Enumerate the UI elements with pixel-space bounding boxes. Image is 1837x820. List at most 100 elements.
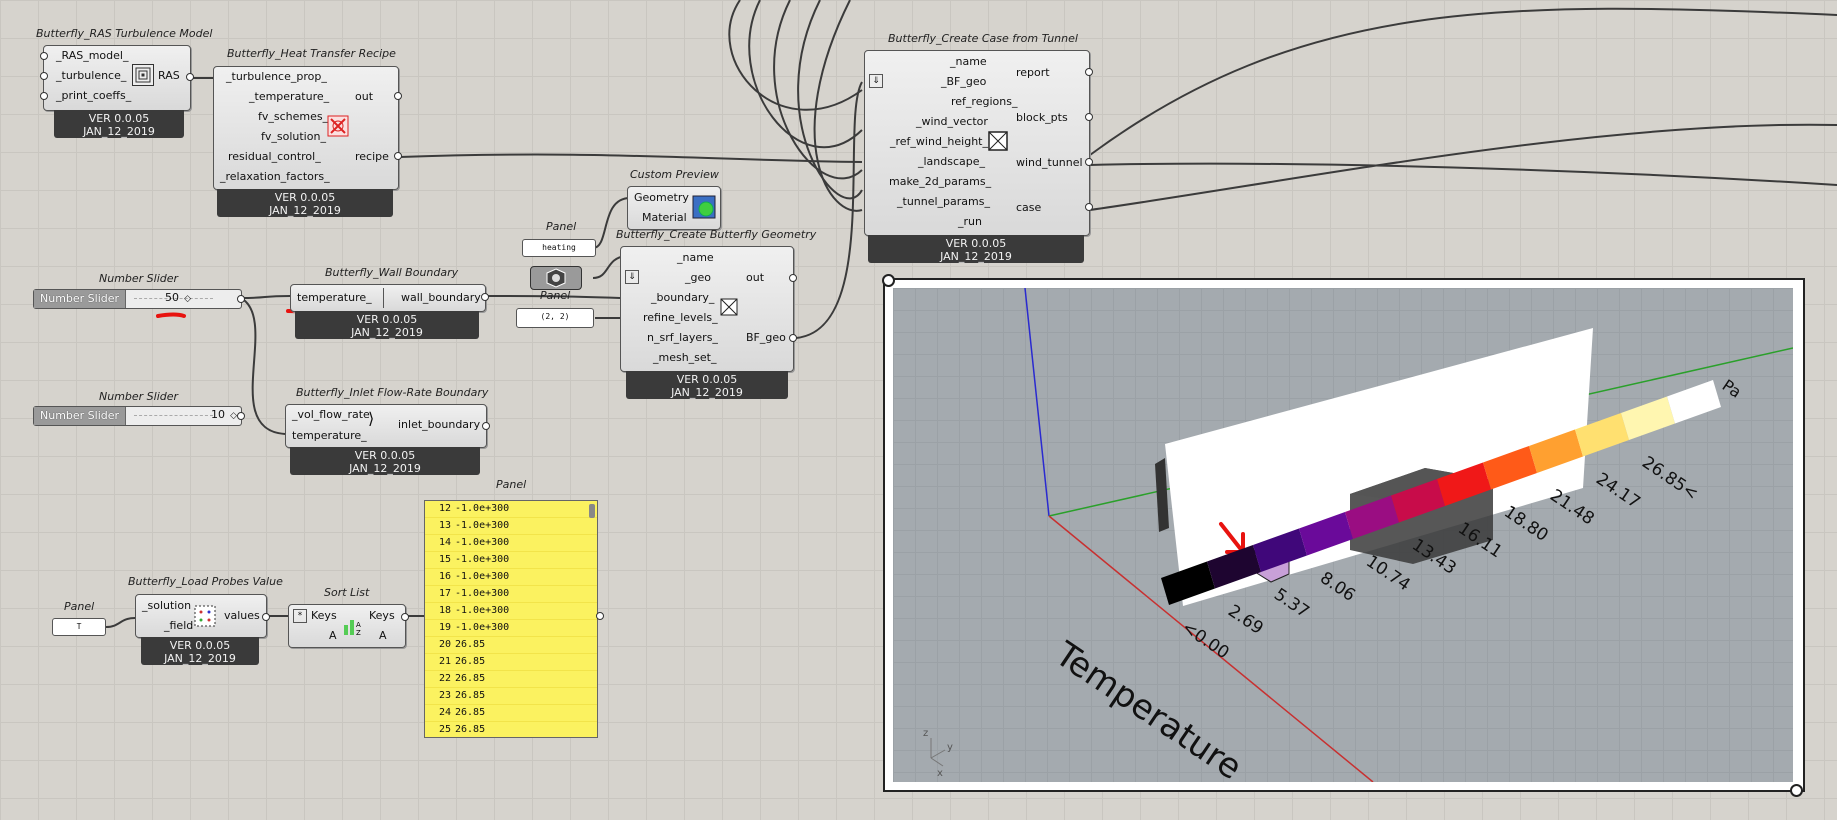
heat-transfer-recipe-component[interactable]: _turbulence_prop_ _temperature_ fv_schem… [213,66,399,190]
custom-preview-component[interactable]: Geometry Material [627,186,721,230]
tunnel-input-ref-regions[interactable]: ref_regions_ [951,95,1017,108]
inlet-flow-rate-boundary-component[interactable]: _vol_flow_rate temperature_ ⟩ inlet_boun… [285,404,487,448]
geometry-version: VER 0.0.05 JAN_12_2019 [626,371,788,399]
heat-input-fv-schemes[interactable]: fv_schemes_ [258,110,328,123]
wall-output-wall-boundary[interactable]: wall_boundary [401,291,481,304]
slider-track[interactable]: 10 ◇ [126,407,241,425]
load-probes-value-component[interactable]: _solution _field values [135,594,267,638]
wire [1089,7,1837,156]
output-port[interactable] [789,274,797,282]
ras-output[interactable]: RAS [158,69,180,82]
tunnel-input-ref-wind-height[interactable]: _ref_wind_height_ [890,135,988,148]
inlet-output-inlet-boundary[interactable]: inlet_boundary [398,418,480,431]
geometry-input-geo[interactable]: _geo [685,271,711,284]
geometry-output-bf-geo[interactable]: BF_geo [746,331,786,344]
slider-grip-icon[interactable]: ◇ [230,411,237,421]
slider-track[interactable]: 50 ◇ [126,290,241,308]
output-port[interactable] [1085,203,1093,211]
tunnel-output-case[interactable]: case [1016,201,1041,214]
output-port[interactable] [262,613,270,621]
tunnel-input-make-2d-params[interactable]: make_2d_params_ [889,175,991,188]
probes-icon [194,605,216,627]
wire [773,0,863,180]
viewport-corner-handle[interactable] [1790,784,1803,797]
output-port[interactable] [394,152,402,160]
probes-output-values[interactable]: values [224,609,260,622]
create-butterfly-geometry-component[interactable]: _name ⇓ _geo _boundary_ refine_levels_ n… [620,246,794,372]
heat-input-residual-control[interactable]: residual_control_ [228,150,321,163]
probes-input-field[interactable]: _field [164,619,193,632]
geometry-input-name[interactable]: _name [677,251,714,264]
output-port[interactable] [237,412,245,420]
heat-output-out[interactable]: out [355,90,373,103]
probes-input-solution[interactable]: _solution [142,599,191,612]
graft-icon: * [293,609,307,623]
ras-turbulence-component[interactable]: _RAS_model_ _turbulence_ _print_coeffs_ … [43,45,191,111]
sort-input-keys[interactable]: Keys [311,609,337,622]
panel-field[interactable]: T [52,618,106,636]
heat-output-recipe[interactable]: recipe [355,150,389,163]
output-port[interactable] [1085,68,1093,76]
ras-input-model[interactable]: _RAS_model_ [56,49,128,62]
number-slider-temperature[interactable]: Number Slider 50 ◇ [33,289,242,309]
rhino-viewport[interactable]: <0.00 2.69 5.37 8.06 10.74 13.43 16.11 18.80 21.… [883,278,1805,792]
sort-list-component[interactable]: * Keys A AZ Keys A [288,604,406,648]
preview-input-material[interactable]: Material [642,211,687,224]
wall-input-temperature[interactable]: temperature_ [297,291,372,304]
output-port[interactable] [394,92,402,100]
panel-scrollbar[interactable] [589,504,595,518]
panel-values-list[interactable]: 12 -1.0e+300 13 -1.0e+300 14 -1.0e+300 15 -1.0e… [424,500,598,738]
geometry-output-out[interactable]: out [746,271,764,284]
inlet-input-vol-flow-rate[interactable]: _vol_flow_rate [292,408,370,421]
panel-heating[interactable]: heating [522,239,596,257]
input-port[interactable] [40,72,48,80]
output-port[interactable] [1085,158,1093,166]
panel-refine-levels[interactable]: (2, 2) [516,308,594,328]
slider-grip-icon[interactable]: ◇ [184,294,191,304]
tunnel-output-wind-tunnel[interactable]: wind_tunnel [1016,156,1083,169]
ras-input-turbulence[interactable]: _turbulence_ [56,69,126,82]
heat-input-turbulence-prop[interactable]: _turbulence_prop_ [226,70,327,83]
tunnel-input-wind-vector[interactable]: _wind_vector [916,115,988,128]
input-port[interactable] [40,92,48,100]
tunnel-input-bf-geo[interactable]: _BF_geo [941,75,986,88]
row-index: 16 [438,571,451,582]
wall-boundary-component[interactable]: temperature_ wall_boundary [290,284,486,312]
viewport-scene[interactable]: <0.00 2.69 5.37 8.06 10.74 13.43 16.11 18.80 21.… [893,288,1793,782]
heat-input-relaxation-factors[interactable]: _relaxation_factors_ [220,170,330,183]
list-item: 16 -1.0e+300 [425,569,597,586]
geometry-input-n-srf-layers[interactable]: n_srf_layers_ [647,331,718,344]
inlet-input-temperature[interactable]: temperature_ [292,429,367,442]
sort-output-a[interactable]: A [379,629,387,642]
tunnel-input-name[interactable]: _name [950,55,987,68]
number-slider-flow-rate[interactable]: Number Slider 10 ◇ [33,406,242,426]
geometry-input-mesh-set[interactable]: _mesh_set_ [653,351,717,364]
input-port[interactable] [40,52,48,60]
output-port[interactable] [1085,113,1093,121]
geometry-param-component[interactable] [530,266,582,290]
output-port[interactable] [401,613,409,621]
output-port[interactable] [789,334,797,342]
tunnel-output-report[interactable]: report [1016,66,1050,79]
heat-input-fv-solution[interactable]: fv_solution_ [261,130,326,143]
output-port[interactable] [596,612,604,620]
tunnel-input-run[interactable]: _run [958,215,982,228]
output-port[interactable] [481,293,489,301]
sort-output-keys[interactable]: Keys [369,609,395,622]
preview-input-geometry[interactable]: Geometry [634,191,689,204]
tunnel-input-tunnel-params[interactable]: _tunnel_params_ [897,195,990,208]
ras-input-print-coeffs[interactable]: _print_coeffs_ [56,89,131,102]
slider-name: Number Slider [34,290,127,308]
viewport-corner-handle[interactable] [882,274,895,287]
geometry-input-boundary[interactable]: _boundary_ [651,291,714,304]
create-case-from-tunnel-component[interactable]: _name ⇓ _BF_geo ref_regions_ _wind_vecto… [864,50,1090,236]
output-port[interactable] [482,422,490,430]
heat-input-temperature[interactable]: _temperature_ [249,90,329,103]
sort-input-a[interactable]: A [329,629,337,642]
geometry-input-refine-levels[interactable]: refine_levels_ [643,311,718,324]
output-port[interactable] [186,73,194,81]
tunnel-input-landscape[interactable]: _landscape_ [918,155,985,168]
tunnel-box-icon [988,131,1008,151]
tunnel-output-block-pts[interactable]: block_pts [1016,111,1068,124]
output-port[interactable] [237,295,245,303]
